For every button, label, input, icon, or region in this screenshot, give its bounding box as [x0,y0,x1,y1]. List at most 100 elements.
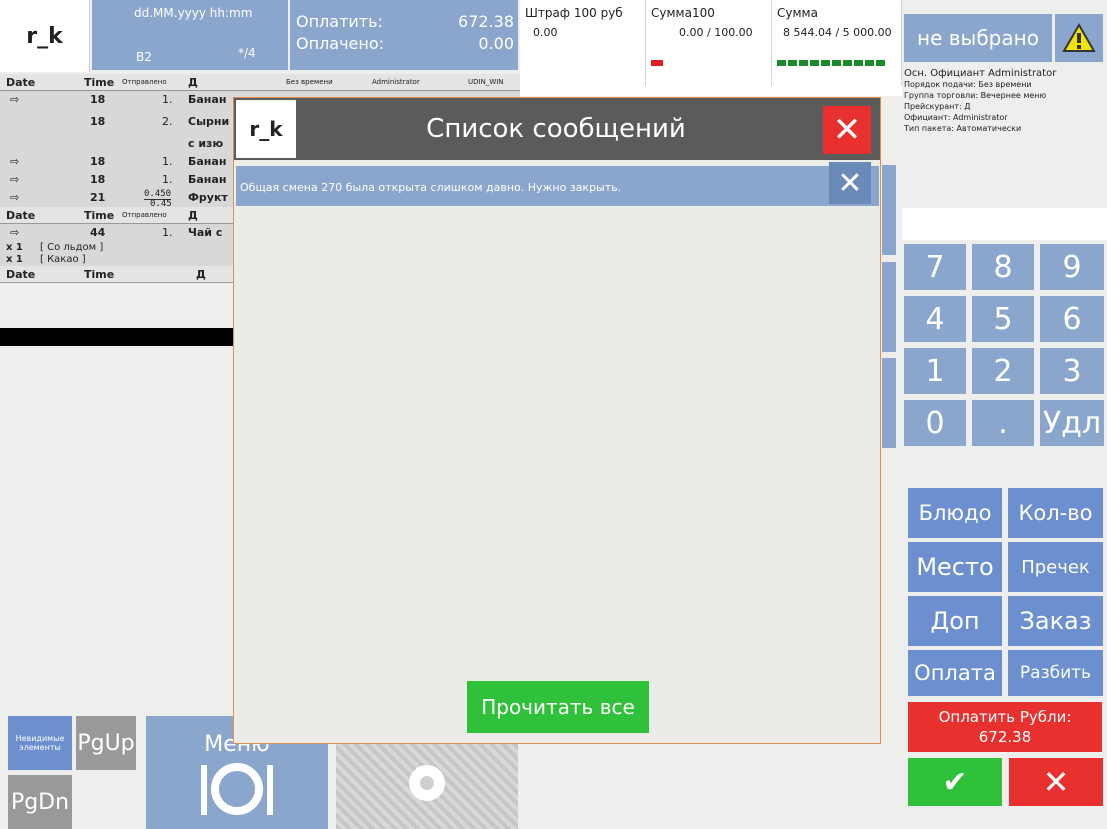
split-button[interactable]: Разбить [1008,650,1103,696]
dish-button[interactable]: Блюдо [908,488,1002,538]
col-admin: Administrator [372,78,420,86]
close-icon: ✕ [832,110,862,150]
sent-icon: ⇨ [10,155,20,168]
dismiss-message-button[interactable]: ✕ [829,162,871,204]
item-name: Сырни [188,115,230,128]
plate-icon [201,763,273,815]
table-label: B2 [136,50,152,64]
mod-name: [ Со льдом ] [40,242,104,253]
key-delete[interactable]: Удл [1040,400,1104,446]
col-date: Date [6,76,36,89]
col-no-time: Без времени [286,78,333,86]
info-title: Сумма [777,6,818,20]
waiter-line: Осн. Официант Administrator [904,68,1057,79]
payment-button[interactable]: Оплата [908,650,1002,696]
sent-icon: ⇨ [10,226,20,239]
progress-bar-green [777,60,885,66]
warning-button[interactable] [1055,14,1103,62]
mod-qty: x 1 [6,254,23,265]
col-time: Time [84,76,115,89]
date-format-label: dd.MM.yyyy hh:mm [134,6,253,20]
info-value: 8 544.04 / 5 000.00 [783,26,892,39]
messages-dialog: r_k Список сообщений ✕ Общая смена 270 б… [233,97,881,744]
pay-rubles-button[interactable]: Оплатить Рубли: 672.38 [908,702,1102,752]
key-3[interactable]: 3 [1040,348,1104,394]
pgup-button[interactable]: PgUp [76,716,136,770]
key-5[interactable]: 5 [972,296,1034,342]
col-time: Time [84,268,115,281]
key-4[interactable]: 4 [904,296,966,342]
dialog-header: r_k Список сообщений ✕ [234,98,880,160]
progress-bar-red [651,60,663,66]
order-info-panel: Осн. Официант Administrator Порядок пода… [902,68,1107,134]
info-value: 0.00 / 100.00 [679,26,753,39]
info-line: Официант: Administrator [904,113,1008,122]
status-button[interactable]: не выбрано [904,14,1052,62]
message-item[interactable]: Общая смена 270 была открыта слишком дав… [236,166,879,206]
col-sent: Отправлено [122,78,167,86]
col-d: Д [188,76,198,89]
key-6[interactable]: 6 [1040,296,1104,342]
check-icon: ✔ [942,764,968,800]
warning-icon [1062,23,1096,52]
gear-icon [409,764,445,801]
guests-label: */4 [238,46,256,60]
info-strip [520,86,902,96]
sent-icon: ⇨ [10,173,20,186]
payment-summary: Оплатить: 672.38 Оплачено: 0.00 [290,0,518,70]
precheck-button[interactable]: Пречек [1008,542,1103,592]
col-d: Д [196,268,206,281]
col-d: Д [188,209,198,222]
item-name: Банан [188,173,227,186]
item-time: 44 [90,226,106,239]
quantity-button[interactable]: Кол-во [1008,488,1103,538]
dialog-close-button[interactable]: ✕ [823,106,871,154]
read-all-button[interactable]: Прочитать все [467,681,649,733]
key-0[interactable]: 0 [904,400,966,446]
place-button[interactable]: Место [908,542,1002,592]
dialog-title: Список сообщений [426,114,686,144]
sum-info-box: Сумма 8 544.04 / 5 000.00 [772,0,902,86]
mod-name: [ Какао ] [40,254,86,265]
col-date: Date [6,268,36,281]
item-num: 1. [162,226,173,239]
info-line: Тип пакета: Автоматически [904,124,1022,133]
cancel-button[interactable]: ✕ [1009,758,1103,806]
key-9[interactable]: 9 [1040,244,1104,290]
scroll-arrow[interactable] [882,262,896,352]
item-time: 18 [90,93,106,106]
info-title: Сумма100 [651,6,715,20]
key-dot[interactable]: . [972,400,1034,446]
close-icon: ✕ [1042,763,1070,801]
pay-rubles-label: Оплатить Рубли: [938,708,1072,726]
pay-rubles-value: 672.38 [978,728,1032,746]
scroll-arrow[interactable] [882,165,896,255]
close-icon: ✕ [837,165,863,201]
scroll-arrow[interactable] [882,358,896,448]
item-name: Чай с [188,226,223,239]
info-line: Прейскурант: Д [904,102,971,111]
item-name: Банан [188,155,227,168]
item-name: с изю [188,137,224,150]
item-time: 18 [90,155,106,168]
app-logo: r_k [0,0,90,72]
key-7[interactable]: 7 [904,244,966,290]
item-time: 18 [90,173,106,186]
item-num: 2. [162,115,173,128]
mod-qty: x 1 [6,242,23,253]
input-display[interactable] [902,208,1107,240]
key-8[interactable]: 8 [972,244,1034,290]
extra-button[interactable]: Доп [908,596,1002,646]
col-time: Time [84,209,115,222]
list-header: Date Time Отправлено Д Без времени Admin… [0,74,520,91]
item-num: 1. [162,173,173,186]
key-2[interactable]: 2 [972,348,1034,394]
pgdn-button[interactable]: PgDn [8,775,72,829]
fine-info-box: Штраф 100 руб 0.00 [520,0,646,86]
order-datetime-panel[interactable]: dd.MM.yyyy hh:mm B2 */4 [92,0,288,70]
key-1[interactable]: 1 [904,348,966,394]
confirm-button[interactable]: ✔ [908,758,1002,806]
sent-icon: ⇨ [10,191,20,204]
order-button[interactable]: Заказ [1008,596,1103,646]
invisible-elements-button[interactable]: Невидимые элементы [8,716,72,770]
